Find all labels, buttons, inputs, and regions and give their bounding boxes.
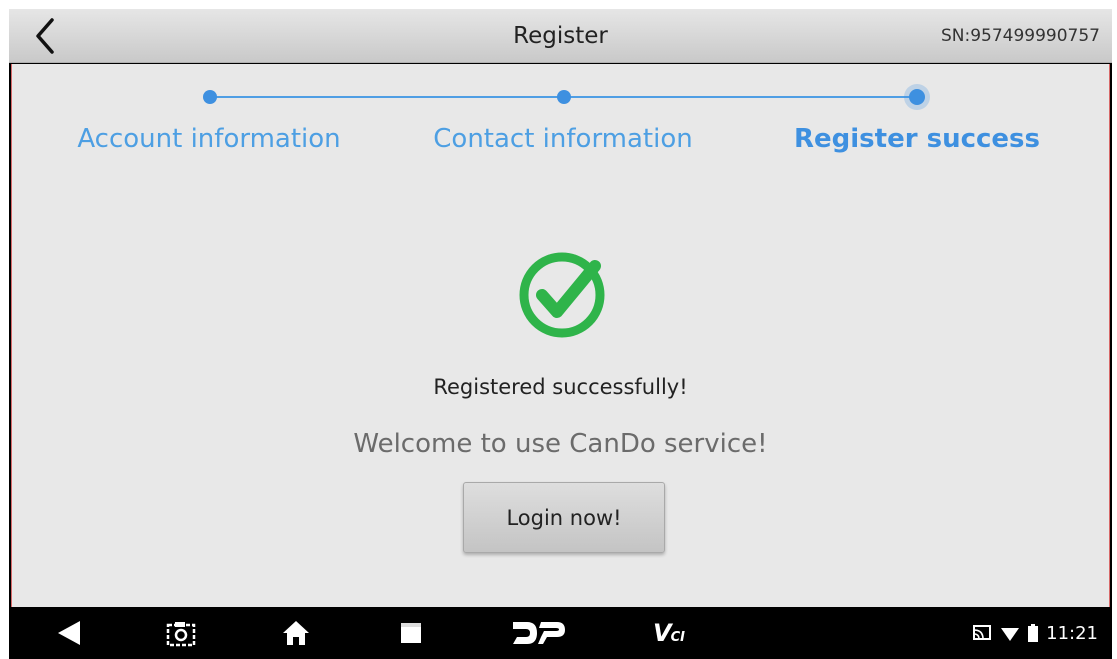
success-message: Registered successfully! xyxy=(433,375,688,399)
vci-icon: VCI xyxy=(653,619,685,647)
home-icon xyxy=(283,621,309,645)
login-now-button[interactable]: Login now! xyxy=(463,482,665,553)
vci-sub-text: CI xyxy=(670,630,685,645)
check-circle-icon xyxy=(519,252,605,338)
nav-screenshot-button[interactable] xyxy=(161,615,201,651)
step-label-account: Account information xyxy=(77,124,341,154)
back-icon xyxy=(58,621,80,645)
welcome-message: Welcome to use CanDo service! xyxy=(353,429,768,459)
step-dot-account xyxy=(203,90,217,104)
device-screen: Register SN:957499990757 Account informa… xyxy=(9,9,1112,659)
vci-main-text: V xyxy=(653,619,672,647)
status-area: 11:21 xyxy=(972,615,1098,651)
nav-back-button[interactable] xyxy=(49,615,89,651)
wifi-icon xyxy=(1001,628,1020,641)
nav-home-button[interactable] xyxy=(276,615,316,651)
serial-number: SN:957499990757 xyxy=(940,26,1100,46)
status-clock: 11:21 xyxy=(1046,622,1098,644)
step-label-success: Register success xyxy=(794,124,1040,154)
battery-icon xyxy=(1028,624,1039,642)
recents-icon xyxy=(401,623,421,643)
step-label-contact: Contact information xyxy=(433,124,693,154)
nav-recents-button[interactable] xyxy=(391,615,431,651)
register-content: Account information Contact information … xyxy=(11,64,1110,607)
system-nav-bar: VCI 11:21 xyxy=(9,607,1112,659)
cast-icon xyxy=(973,625,992,640)
step-dot-contact xyxy=(557,90,571,104)
step-dot-success xyxy=(909,89,925,105)
screenshot-icon xyxy=(166,622,196,647)
title-bar: Register SN:957499990757 xyxy=(9,9,1112,63)
nav-dp-button[interactable] xyxy=(509,615,569,651)
dp-icon xyxy=(513,622,565,644)
nav-vci-button[interactable]: VCI xyxy=(639,615,699,651)
